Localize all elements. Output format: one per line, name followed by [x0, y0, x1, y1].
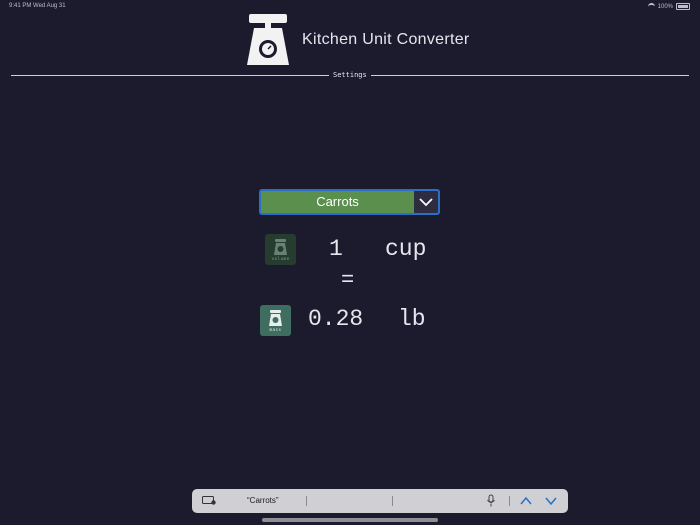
- ingredient-dropdown[interactable]: Carrots: [259, 189, 440, 215]
- microphone-icon[interactable]: [486, 494, 496, 508]
- settings-link[interactable]: Settings: [329, 70, 371, 81]
- chevron-down-icon[interactable]: [414, 191, 438, 213]
- status-bar: 9:41 PM Wed Aug 31 100%: [0, 2, 700, 12]
- battery-percent: 100%: [657, 3, 673, 10]
- equals-sign: =: [341, 268, 355, 293]
- from-value[interactable]: 1: [329, 236, 343, 262]
- keyboard-shortcut-bar: “Carrots”: [192, 489, 568, 513]
- mass-icon-label: mass: [269, 328, 282, 333]
- ingredient-selected-value: Carrots: [316, 194, 359, 209]
- suggestion-divider: [306, 496, 307, 506]
- suggestion-divider: [392, 496, 393, 506]
- home-indicator[interactable]: [262, 518, 438, 522]
- app-title: Kitchen Unit Converter: [302, 30, 470, 48]
- wifi-icon: [647, 3, 655, 10]
- keyboard-icon[interactable]: [202, 496, 216, 505]
- battery-icon: [676, 3, 690, 10]
- app-header: Kitchen Unit Converter: [245, 13, 470, 67]
- status-time: 9:41 PM Wed Aug 31: [9, 3, 66, 9]
- to-value[interactable]: 0.28: [308, 306, 363, 332]
- to-unit[interactable]: lb: [398, 306, 426, 332]
- toolbar-divider: [509, 496, 510, 506]
- chevron-down-icon[interactable]: [544, 495, 558, 507]
- volume-icon-label: volume: [271, 257, 290, 262]
- chevron-up-icon[interactable]: [519, 495, 533, 507]
- mass-unit-icon[interactable]: mass: [260, 305, 291, 336]
- kitchen-scale-logo-icon: [245, 13, 291, 67]
- from-unit[interactable]: cup: [385, 236, 426, 262]
- suggestion-item[interactable]: “Carrots”: [247, 496, 279, 505]
- volume-unit-icon[interactable]: volume: [265, 234, 296, 265]
